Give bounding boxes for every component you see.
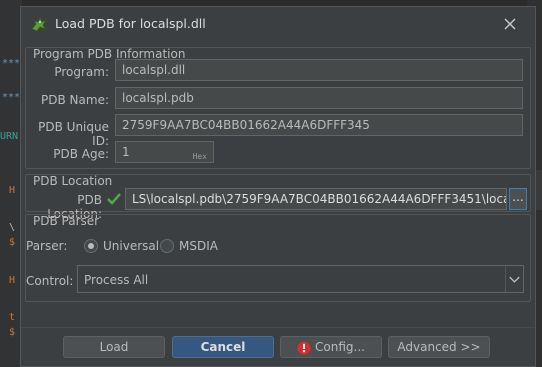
title-bar[interactable]: Load PDB for localspl.dll [21, 7, 535, 41]
parser-label: Parser: [26, 239, 68, 253]
check-icon [107, 193, 121, 205]
radio-msdia-label: MSDIA [179, 239, 218, 253]
advanced-button[interactable]: Advanced >> [388, 336, 490, 358]
pdb-age-label: PDB Age: [53, 147, 109, 161]
control-dropdown[interactable]: Process All [77, 265, 524, 293]
gutter-glyph: H [9, 185, 16, 196]
footer-separator [21, 327, 535, 328]
gutter-glyph: *** [2, 92, 21, 103]
program-label: Program: [54, 65, 109, 79]
gutter-glyph: $ [9, 327, 16, 338]
section-title-pdb-location: PDB Location [33, 174, 113, 188]
close-icon[interactable] [499, 14, 521, 34]
config-button[interactable]: Config... [280, 336, 382, 358]
warning-icon [297, 341, 311, 354]
pdb-unique-id-field[interactable]: 2759F9AA7BC04BB01662A44A6DFFF345 [115, 114, 523, 136]
gutter-glyph: t [9, 312, 16, 323]
pdb-unique-id-label: PDB Unique ID: [38, 120, 109, 148]
program-field[interactable]: localspl.dll [115, 59, 523, 81]
section-title-pdb-parser: PDB Parser [33, 214, 100, 228]
gutter-glyph: *** [2, 58, 21, 69]
pdb-parser-group: PDB Parser Parser: Universal MSDIA Contr… [25, 214, 531, 302]
gutter-glyph: \ [9, 222, 16, 233]
radio-universal[interactable] [84, 239, 98, 253]
radio-universal-label: Universal [103, 239, 160, 253]
control-label: Control: [26, 274, 74, 288]
control-dropdown-value: Process All [84, 273, 149, 287]
pdb-location-group: PDB Location PDB Location: LS\localspl.p… [25, 174, 531, 221]
program-info-group: Program PDB Information Program: localsp… [25, 47, 531, 169]
dragon-icon [31, 17, 48, 32]
chevron-down-icon[interactable] [505, 266, 523, 292]
pdb-age-field[interactable]: 1 Hex [115, 141, 214, 163]
cancel-button[interactable]: Cancel [172, 336, 274, 358]
pdb-name-field[interactable]: localspl.pdb [115, 87, 523, 109]
load-pdb-dialog: Load PDB for localspl.dll Program PDB In… [20, 6, 536, 367]
load-button[interactable]: Load [63, 336, 165, 358]
pdb-location-field[interactable]: LS\localspl.pdb\2759F9AA7BC04BB01662A44A… [125, 188, 507, 210]
editor-gutter: *** *** URN H \ $ H t $ [0, 0, 22, 367]
browse-button[interactable]: ... [509, 188, 527, 210]
gutter-glyph: $ [9, 237, 16, 248]
radio-msdia[interactable] [160, 239, 174, 253]
gutter-glyph: URN [0, 131, 19, 142]
hex-format-label: Hex [192, 152, 207, 161]
config-button-label: Config... [315, 340, 365, 354]
pdb-age-value: 1 [122, 145, 130, 159]
dialog-title: Load PDB for localspl.dll [55, 16, 206, 31]
pdb-name-label: PDB Name: [41, 93, 109, 107]
gutter-glyph: H [9, 275, 16, 286]
